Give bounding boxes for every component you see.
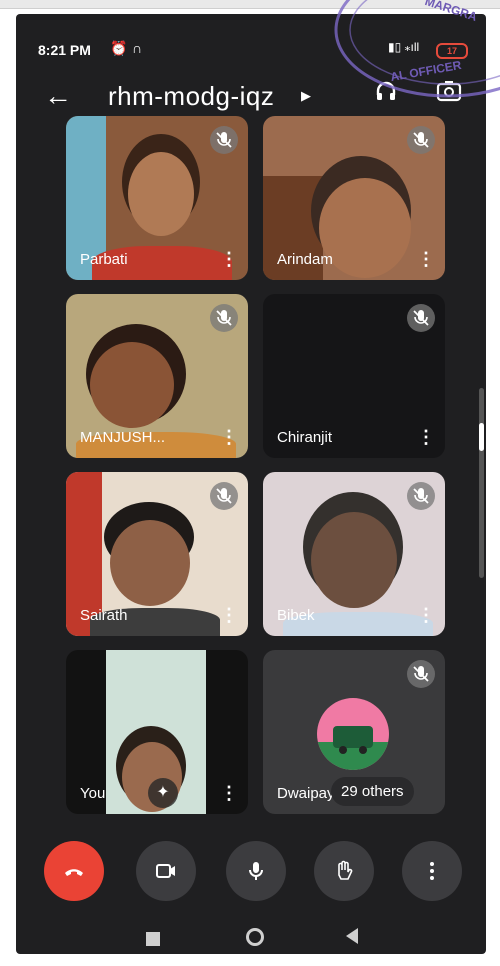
scrollbar-thumb[interactable] [479,423,484,451]
others-tile[interactable]: Dwaipayan 29 others [263,650,445,814]
end-call-icon [65,869,83,876]
mic-button[interactable] [226,841,286,901]
participant-face [90,342,174,428]
more-vertical-icon[interactable]: ⋮ [220,605,238,626]
mic-off-icon [407,126,435,154]
meet-screen: 8:21 PM ⏰ ∩ ▮▯ ⁎ıll 17 ← rhm-modg-iqz ▶ … [16,14,486,954]
back-arrow-icon[interactable]: ← [44,70,72,122]
more-vertical-icon [430,862,434,880]
back-nav-icon[interactable] [346,928,358,944]
more-vertical-icon[interactable]: ⋮ [417,605,435,626]
meeting-details-caret-icon[interactable]: ▶ [301,70,311,122]
participant-face [311,512,397,608]
participant-name: You [80,785,106,802]
participant-name: Bibek [277,607,315,624]
camera-button[interactable] [136,841,196,901]
effects-sparkle-icon[interactable]: ✦ [148,778,178,808]
participant-tile[interactable]: MANJUSH... ⋮ [66,294,248,458]
raise-hand-button[interactable] [314,841,374,901]
more-vertical-icon[interactable]: ⋮ [220,249,238,270]
mic-off-icon [407,660,435,688]
video-camera-icon [156,864,175,878]
more-vertical-icon[interactable]: ⋮ [220,783,238,804]
participant-face [128,152,194,236]
more-options-button[interactable] [402,841,462,901]
alarm-icon: ⏰ [110,40,128,56]
recent-apps-icon[interactable] [146,932,160,946]
mic-off-icon [407,304,435,332]
more-vertical-icon[interactable]: ⋮ [220,427,238,448]
scrollbar[interactable] [479,388,484,578]
participant-tile[interactable]: Sairath ⋮ [66,472,248,636]
mic-icon [249,862,263,880]
participant-name: MANJUSH... [80,429,166,446]
avatar [317,698,389,770]
participant-tile[interactable]: Parbati ⋮ [66,116,248,280]
self-view-tile[interactable]: ✦ You ⋮ [66,650,248,814]
participant-tile[interactable]: Bibek ⋮ [263,472,445,636]
mic-off-icon [210,482,238,510]
participant-name: Chiranjit [277,429,333,446]
more-vertical-icon[interactable]: ⋮ [417,427,435,448]
participant-name: Parbati [80,251,128,268]
participant-face [110,520,190,606]
participant-tile[interactable]: Chiranjit ⋮ [263,294,445,458]
home-icon[interactable] [246,928,264,946]
clock: 8:21 PM [38,42,91,58]
more-vertical-icon[interactable]: ⋮ [417,249,435,270]
headset-icon: ∩ [132,40,143,56]
others-count-chip[interactable]: 29 others [331,777,414,806]
participant-tile[interactable]: Arindam ⋮ [263,116,445,280]
mic-off-icon [210,304,238,332]
meeting-code[interactable]: rhm-modg-iqz [108,70,274,122]
participant-name: Arindam [277,251,333,268]
participant-name: Sairath [80,607,128,624]
end-call-button[interactable] [44,841,104,901]
raise-hand-icon [338,860,353,880]
mic-off-icon [210,126,238,154]
mic-off-icon [407,482,435,510]
